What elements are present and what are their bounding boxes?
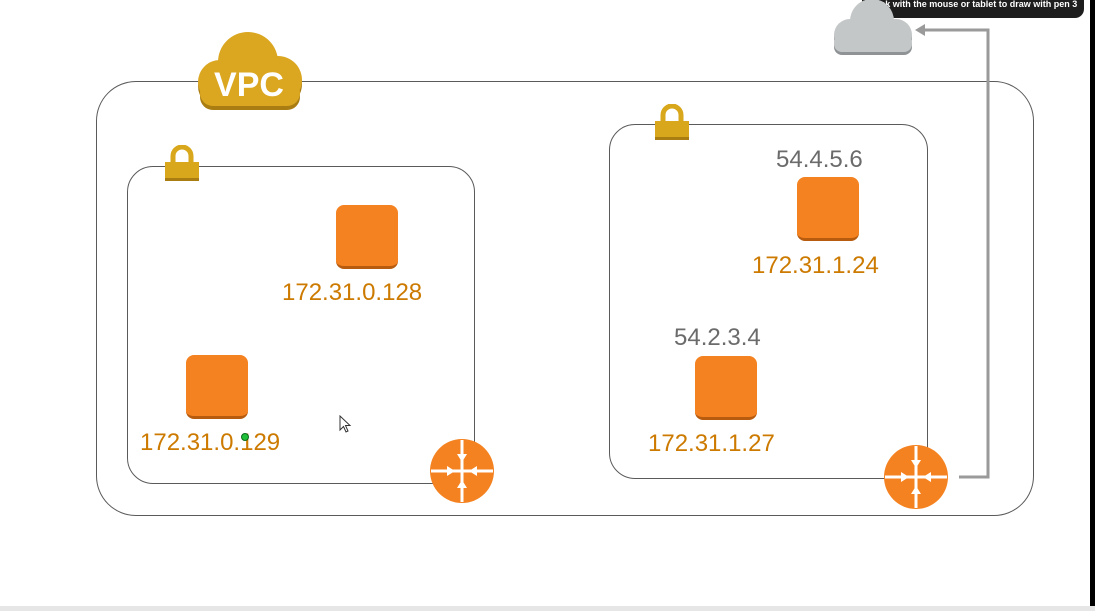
- private-ip-label: 172.31.0.129: [140, 429, 281, 456]
- ec2-instance[interactable]: [186, 355, 248, 419]
- window-edge: [1090, 0, 1095, 611]
- public-ip-label: 54.2.3.4: [674, 324, 761, 351]
- private-ip-label: 172.31.1.24: [752, 252, 879, 279]
- subnet-right: [609, 124, 928, 479]
- padlock-icon: [165, 145, 199, 181]
- mouse-pointer-icon: [339, 415, 352, 433]
- ec2-instance[interactable]: [797, 177, 859, 241]
- padlock-icon: [655, 104, 689, 140]
- public-ip-label: 54.4.5.6: [776, 146, 863, 173]
- router-icon[interactable]: [883, 444, 949, 510]
- vpc-label: VPC: [214, 66, 284, 104]
- window-bottom-bar: [0, 606, 1095, 611]
- private-ip-label: 172.31.0.128: [282, 279, 423, 306]
- ec2-instance[interactable]: [695, 356, 757, 420]
- internet-cloud-icon: [834, 0, 912, 55]
- vpc-cloud-icon: VPC: [198, 32, 302, 110]
- pen-cursor-dot: [241, 433, 249, 441]
- internet-route-line: [915, 24, 990, 479]
- private-ip-label: 172.31.1.27: [648, 430, 775, 457]
- router-icon[interactable]: [429, 438, 495, 504]
- ec2-instance[interactable]: [336, 205, 398, 269]
